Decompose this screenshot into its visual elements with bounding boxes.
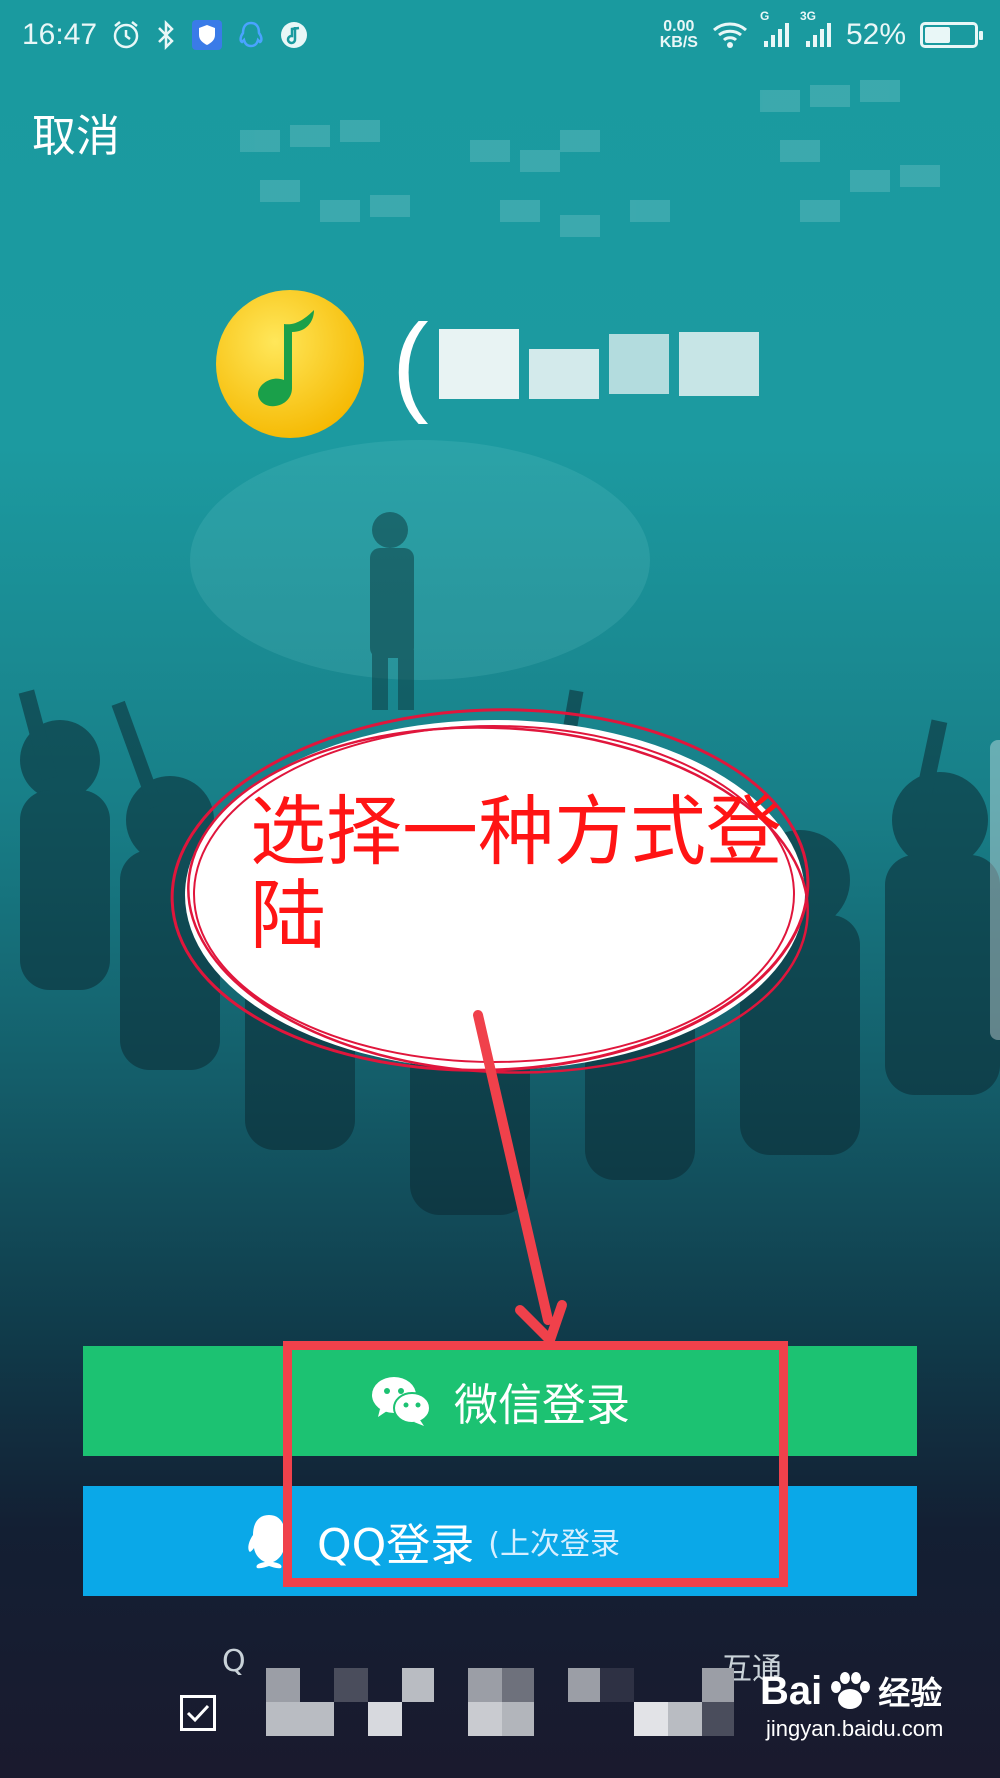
agreement-obscured-1 — [266, 1668, 300, 1702]
app-name-blur-3 — [608, 334, 669, 394]
watermark-brand-suffix: 经验 — [878, 1675, 943, 1711]
agreement-obscured-6 — [468, 1668, 502, 1702]
app-name-letter: ( — [392, 302, 429, 425]
music-app-icon — [279, 20, 309, 50]
agreement-obscured-10 — [568, 1668, 600, 1702]
agreement-obscured-13 — [668, 1702, 702, 1736]
app-name-obscured: ( — [392, 309, 759, 419]
baidu-jingyan-watermark: Bai 经验 jingyan.baidu.com — [760, 1668, 980, 1768]
qq-login-label: QQ登录 — [317, 1520, 475, 1571]
paw-icon — [831, 1672, 871, 1709]
agreement-obscured-8 — [502, 1668, 534, 1702]
agreement-obscured-11 — [600, 1668, 634, 1702]
app-name-blur-2 — [528, 349, 599, 399]
network-speed: 0.00 KB/S — [660, 19, 698, 51]
watermark-brand-text: Bai — [760, 1668, 823, 1713]
wechat-icon — [372, 1377, 431, 1426]
agreement-obscured-7 — [468, 1702, 502, 1736]
qq-penguin-login-icon — [248, 1515, 290, 1569]
agreement-obscured-12 — [634, 1702, 668, 1736]
checkmark-icon — [186, 1704, 210, 1723]
status-time: 16:47 — [22, 18, 98, 51]
battery-icon — [920, 22, 983, 48]
alarm-icon — [111, 20, 141, 50]
wechat-login-label: 微信登录 — [454, 1380, 630, 1431]
agreement-checkbox[interactable] — [180, 1695, 216, 1731]
agreement-obscured-2 — [266, 1702, 334, 1736]
app-logo: ( — [214, 288, 759, 440]
qq-penguin-icon — [237, 20, 265, 50]
network-speed-unit: KB/S — [659, 34, 698, 51]
status-right: 0.00 KB/S G 3G 52% — [660, 9, 983, 52]
agreement-obscured-3 — [334, 1668, 368, 1702]
watermark-brand: Bai 经验 — [760, 1668, 980, 1714]
agreement-obscured-15 — [702, 1702, 734, 1736]
shield-icon — [191, 19, 223, 51]
last-login-hint: (上次登录 — [488, 1527, 620, 1562]
edge-swipe-handle[interactable] — [990, 740, 1000, 1040]
agreement-obscured-9 — [502, 1702, 534, 1736]
cancel-button[interactable]: 取消 — [32, 100, 120, 164]
bluetooth-icon — [155, 20, 177, 50]
status-bar: 16:47 0.00 KB/S G 3G 52% — [0, 0, 1000, 70]
watermark-url: jingyan.baidu.com — [766, 1716, 944, 1741]
cell-signal-2-icon: 3G — [800, 9, 832, 49]
status-left: 16:47 — [22, 18, 309, 52]
agreement-obscured-4 — [368, 1702, 402, 1736]
qq-login-button[interactable]: QQ登录 (上次登录 — [83, 1486, 917, 1596]
network-speed-value: 0.00 — [663, 18, 695, 35]
cell-signal-2-label: 3G — [799, 9, 816, 23]
agreement-obscured-14 — [702, 1668, 734, 1702]
annotation-text: 选择一种方式登陆 — [250, 787, 782, 960]
agreement-obscured-5 — [402, 1668, 434, 1702]
cell-signal-1-label: G — [759, 9, 770, 23]
wifi-icon — [712, 21, 748, 49]
app-name-blur-4 — [678, 332, 759, 396]
agreement-fragment-left: Q — [222, 1644, 246, 1679]
battery-percent: 52% — [845, 18, 906, 51]
cell-signal-1-icon: G — [760, 9, 790, 49]
wechat-login-button[interactable]: 微信登录 — [83, 1346, 917, 1456]
qq-music-logo-icon — [216, 290, 364, 438]
battery-fill — [925, 27, 950, 43]
app-name-blur-1 — [438, 329, 519, 399]
